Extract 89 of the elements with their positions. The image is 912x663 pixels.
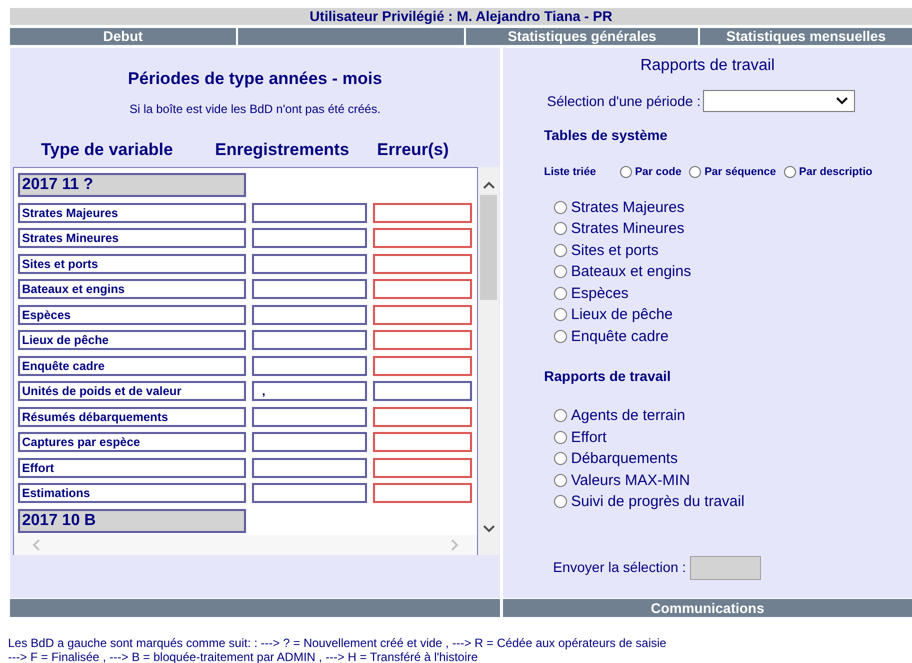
radio-label[interactable]: Par séquence (704, 164, 776, 180)
radio-label[interactable]: Effort (571, 426, 607, 448)
records-field[interactable] (252, 483, 367, 503)
radio-label[interactable]: Par descriptio (798, 164, 872, 180)
radio-button[interactable] (554, 222, 567, 236)
radio-label[interactable]: Agents de terrain (571, 405, 686, 426)
radio-button[interactable] (554, 409, 567, 422)
variable-field[interactable]: Captures par espèce (18, 432, 246, 452)
radio-label[interactable]: Valeurs MAX-MIN (571, 470, 690, 491)
records-field[interactable] (252, 330, 367, 350)
nav-tab[interactable]: Statistiques mensuelles (700, 28, 912, 45)
records-field[interactable] (252, 228, 367, 248)
scroll-thumb[interactable] (480, 195, 497, 300)
radio-label[interactable]: Sites et ports (571, 240, 659, 261)
radio-button[interactable] (784, 166, 796, 178)
legend-text: Les BdD a gauche sont marqués comme suit: : ---> ? = Nouvellement créé et vide , ---> R = Cédée aux opérateurs de saisie (8, 636, 668, 650)
radio-button[interactable] (554, 244, 567, 257)
records-field[interactable] (252, 356, 367, 376)
variable-field[interactable]: Estimations (18, 483, 246, 503)
nav-tab[interactable]: Debut (10, 28, 236, 45)
records-field[interactable] (252, 202, 367, 222)
send-label: Envoyer la sélection : (553, 558, 686, 577)
errors-field[interactable] (373, 254, 472, 274)
vertical-scrollbar[interactable] (478, 167, 499, 555)
errors-field[interactable] (373, 228, 472, 248)
variable-field[interactable]: Bateaux et engins (18, 279, 246, 299)
radio-button[interactable] (554, 265, 567, 278)
radio-label[interactable]: Strates Mineures (571, 218, 684, 240)
variable-field[interactable]: Unités de poids et de valeur (18, 381, 246, 401)
radio-button[interactable] (554, 200, 567, 214)
radio-label[interactable]: Espèces (571, 282, 629, 304)
radio-label[interactable]: Lieux de pêche (571, 304, 673, 326)
radio-button[interactable] (554, 495, 567, 508)
panel-title: Rapports de travail (639, 56, 776, 76)
radio-button[interactable] (554, 330, 567, 343)
radio-button[interactable] (689, 166, 702, 178)
header-bar: Utilisateur Privilégié : M. Alejandro Tiana - PR (10, 8, 912, 25)
radio-label[interactable]: Débarquements (571, 448, 678, 470)
errors-field[interactable] (373, 458, 472, 478)
panel-title: Périodes de type années - mois (126, 68, 384, 90)
period-label[interactable]: 2017 11 ? (18, 173, 246, 197)
records-field[interactable] (252, 458, 367, 478)
radio-label[interactable]: Enquête cadre (571, 326, 669, 347)
section-heading: Rapports de travail (544, 367, 672, 386)
errors-field[interactable] (373, 279, 472, 299)
radio-button[interactable] (554, 452, 567, 466)
variable-field[interactable]: Espèces (18, 304, 246, 324)
period-label[interactable]: 2017 10 B (18, 508, 246, 532)
records-field[interactable] (252, 406, 367, 426)
column-header: Enregistrements (215, 138, 350, 161)
errors-field[interactable] (373, 330, 472, 350)
period-select[interactable] (702, 90, 855, 112)
period-label: Sélection d'une période : (547, 92, 701, 111)
variable-field[interactable]: Enquête cadre (18, 356, 246, 376)
radio-button[interactable] (554, 430, 567, 444)
radio-button[interactable] (554, 286, 567, 300)
radio-label[interactable]: Strates Majeures (571, 196, 684, 218)
errors-field[interactable] (373, 356, 472, 376)
records-field[interactable]: , (252, 381, 367, 401)
radio-button[interactable] (554, 474, 567, 487)
records-field[interactable] (252, 279, 367, 299)
column-header: Type de variable (41, 138, 174, 160)
variable-field[interactable]: Effort (18, 458, 246, 478)
bottom-bar: Communications (503, 599, 912, 617)
chevron-down-icon (836, 97, 848, 105)
errors-field[interactable] (373, 432, 472, 452)
section-heading: Tables de système (544, 126, 668, 145)
variable-field[interactable]: Strates Majeures (18, 202, 246, 222)
errors-field[interactable] (373, 406, 472, 426)
records-field[interactable] (252, 432, 367, 452)
variable-field[interactable]: Strates Mineures (18, 228, 246, 248)
radio-label[interactable]: Par code (634, 164, 682, 180)
sort-label: Liste triée (544, 165, 596, 180)
radio-label[interactable]: Suivi de progrès du travail (571, 491, 744, 512)
radio-button[interactable] (620, 166, 632, 178)
errors-field[interactable] (373, 483, 472, 503)
errors-field[interactable] (373, 202, 472, 222)
column-header: Erreur(s) (377, 138, 449, 160)
variable-field[interactable]: Sites et ports (18, 254, 246, 274)
errors-field[interactable] (373, 304, 472, 324)
variable-field[interactable]: Résumés débarquements (18, 406, 246, 426)
errors-field[interactable] (373, 381, 472, 401)
radio-label[interactable]: Bateaux et engins (571, 261, 692, 282)
variable-field[interactable]: Lieux de pêche (18, 330, 246, 350)
nav-tab[interactable]: Statistiques générales (466, 28, 698, 45)
records-field[interactable] (252, 254, 367, 274)
panel-note: Si la boîte est vide les BdD n'ont pas été créés. (128, 100, 382, 118)
records-field[interactable] (252, 304, 367, 324)
radio-button[interactable] (554, 308, 567, 322)
